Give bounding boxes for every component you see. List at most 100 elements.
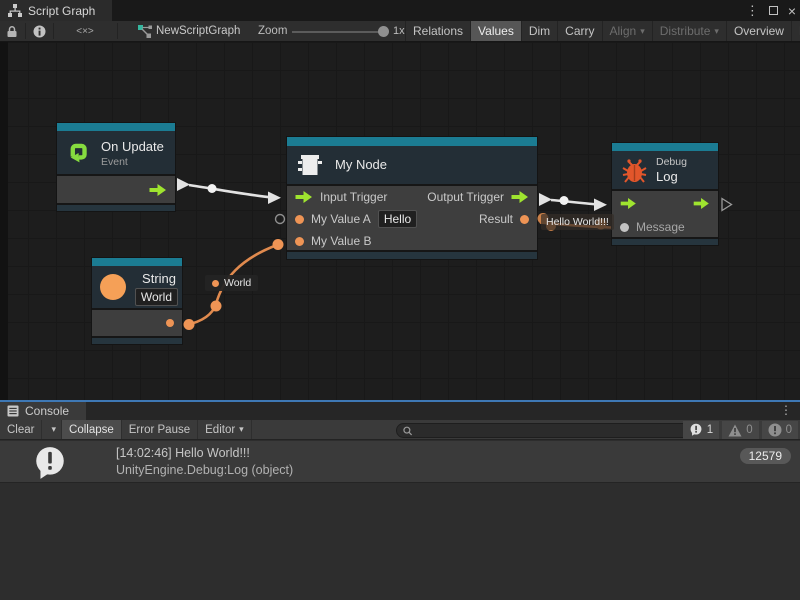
code-icon: <×> [76,26,94,37]
error-count-toggle[interactable]: 0 [762,421,798,439]
log-entry-row[interactable]: [14:02:46] Hello World!!! UnityEngine.De… [0,441,800,483]
console-menu-icon[interactable]: ⋮ [780,403,792,417]
my-node-icon [297,154,325,178]
collapse-button[interactable]: Collapse [62,420,122,439]
editor-dropdown[interactable]: Editor [198,420,252,439]
result-label: Result [479,212,513,226]
search-icon [403,426,413,436]
message-label: Message [636,220,685,234]
node-title: My Node [335,157,387,172]
node-title: String [142,271,176,286]
node-debug-log[interactable]: Debug Log Message [612,143,718,245]
node-accent-strip [57,123,175,131]
warning-count-toggle[interactable]: 0 [722,421,758,439]
output-trigger-port[interactable] [511,191,529,203]
clear-dropdown[interactable] [42,420,62,439]
inspect-button[interactable] [26,21,52,41]
toggle-overview[interactable]: Overview [726,21,791,41]
message-port[interactable] [620,223,629,232]
console-log-list[interactable]: [14:02:46] Hello World!!! UnityEngine.De… [0,440,800,600]
info-bubble-icon [689,423,703,437]
debug-output-trigger-port[interactable] [693,198,710,209]
port-row: Input Trigger Output Trigger [287,186,537,208]
console-toolbar: Clear Collapse Error Pause Editor 1 [0,420,800,440]
lock-button[interactable] [0,21,24,41]
port-row: My Value B [287,230,537,252]
string-output-port[interactable] [166,319,174,327]
graph-breadcrumb-icon [138,25,152,39]
zoom-slider[interactable] [292,31,380,33]
debug-input-trigger-port[interactable] [620,198,637,209]
lock-icon [6,25,18,38]
error-pause-button[interactable]: Error Pause [122,420,198,439]
edit-source-button[interactable]: <×> [54,21,116,41]
value-dot-icon [212,280,219,287]
error-icon [768,423,782,437]
input-trigger-label: Input Trigger [320,190,387,204]
node-subtitle: Debug [656,156,687,168]
toolbar-separator [117,23,118,39]
graph-name-label: NewScriptGraph [156,25,240,37]
window-menu-icon[interactable]: ⋮ [746,3,759,19]
tab-script-graph-label: Script Graph [28,4,95,18]
tab-console[interactable]: Console [0,402,86,420]
node-subtitle: Event [101,156,128,168]
toggle-fullscreen[interactable]: Full S [791,21,800,41]
node-footer [57,203,175,211]
on-update-loop-icon [65,139,92,166]
log-message-line1: [14:02:46] Hello World!!! [116,446,250,460]
graph-toolbar: <×> NewScriptGraph Zoom 1x Relations Val… [0,21,800,42]
node-on-update[interactable]: On Update Event [57,123,175,211]
input-trigger-port[interactable] [295,191,313,203]
port-row: Message [612,215,718,239]
my-value-a-field[interactable]: Hello [378,210,417,228]
node-string[interactable]: String World [92,258,182,344]
node-accent-strip [287,137,537,146]
string-icon [100,274,126,300]
toggle-dim[interactable]: Dim [521,21,557,41]
node-accent-strip [92,258,182,266]
clear-button[interactable]: Clear [0,420,42,439]
canvas-edge [0,42,8,400]
port-row: My Value A Hello Result [287,208,537,230]
log-info-bubble-icon [32,445,68,481]
my-value-a-port[interactable] [295,215,304,224]
unity-visual-scripting-window: Script Graph ⋮ × <×> [0,0,800,600]
log-collapse-count-badge: 12579 [740,448,791,464]
console-list-icon [7,405,19,417]
debug-bug-icon [622,158,647,184]
toggle-carry[interactable]: Carry [557,21,601,41]
info-count-toggle[interactable]: 1 [683,421,719,439]
toggle-relations[interactable]: Relations [405,21,470,41]
node-footer [92,336,182,344]
node-title: Log [656,169,678,184]
console-counters: 1 0 0 [683,421,798,439]
node-my-node[interactable]: My Node Input Trigger Output Trigger My … [287,137,537,259]
distribute-dropdown[interactable]: Distribute [652,21,726,41]
trigger-output-port[interactable] [149,184,167,196]
toggle-values[interactable]: Values [470,21,521,41]
result-port[interactable] [520,215,529,224]
breadcrumb[interactable]: NewScriptGraph [156,21,240,41]
log-message-line2: UnityEngine.Debug:Log (object) [116,463,293,477]
toolbar-toggle-group: Relations Values Dim Carry Align Distrib… [405,21,800,41]
my-value-b-label: My Value B [311,234,371,248]
maximize-icon[interactable] [769,6,778,15]
tab-console-label: Console [25,404,69,418]
string-value-field[interactable]: World [135,288,178,306]
close-icon[interactable]: × [788,4,796,18]
port-row [612,191,718,215]
output-trigger-label: Output Trigger [427,190,504,204]
my-value-a-label: My Value A [311,212,371,226]
zoom-slider-handle[interactable] [378,26,389,37]
node-title: On Update [101,139,164,154]
graph-hierarchy-icon [8,4,22,17]
search-input[interactable] [418,425,698,437]
align-dropdown[interactable]: Align [602,21,652,41]
console-search[interactable] [396,423,704,438]
graph-tab-bar: Script Graph ⋮ × [0,0,800,21]
my-value-b-port[interactable] [295,237,304,246]
info-icon [33,25,46,38]
tab-script-graph[interactable]: Script Graph [0,0,112,21]
zoom-value: 1x [393,21,405,41]
